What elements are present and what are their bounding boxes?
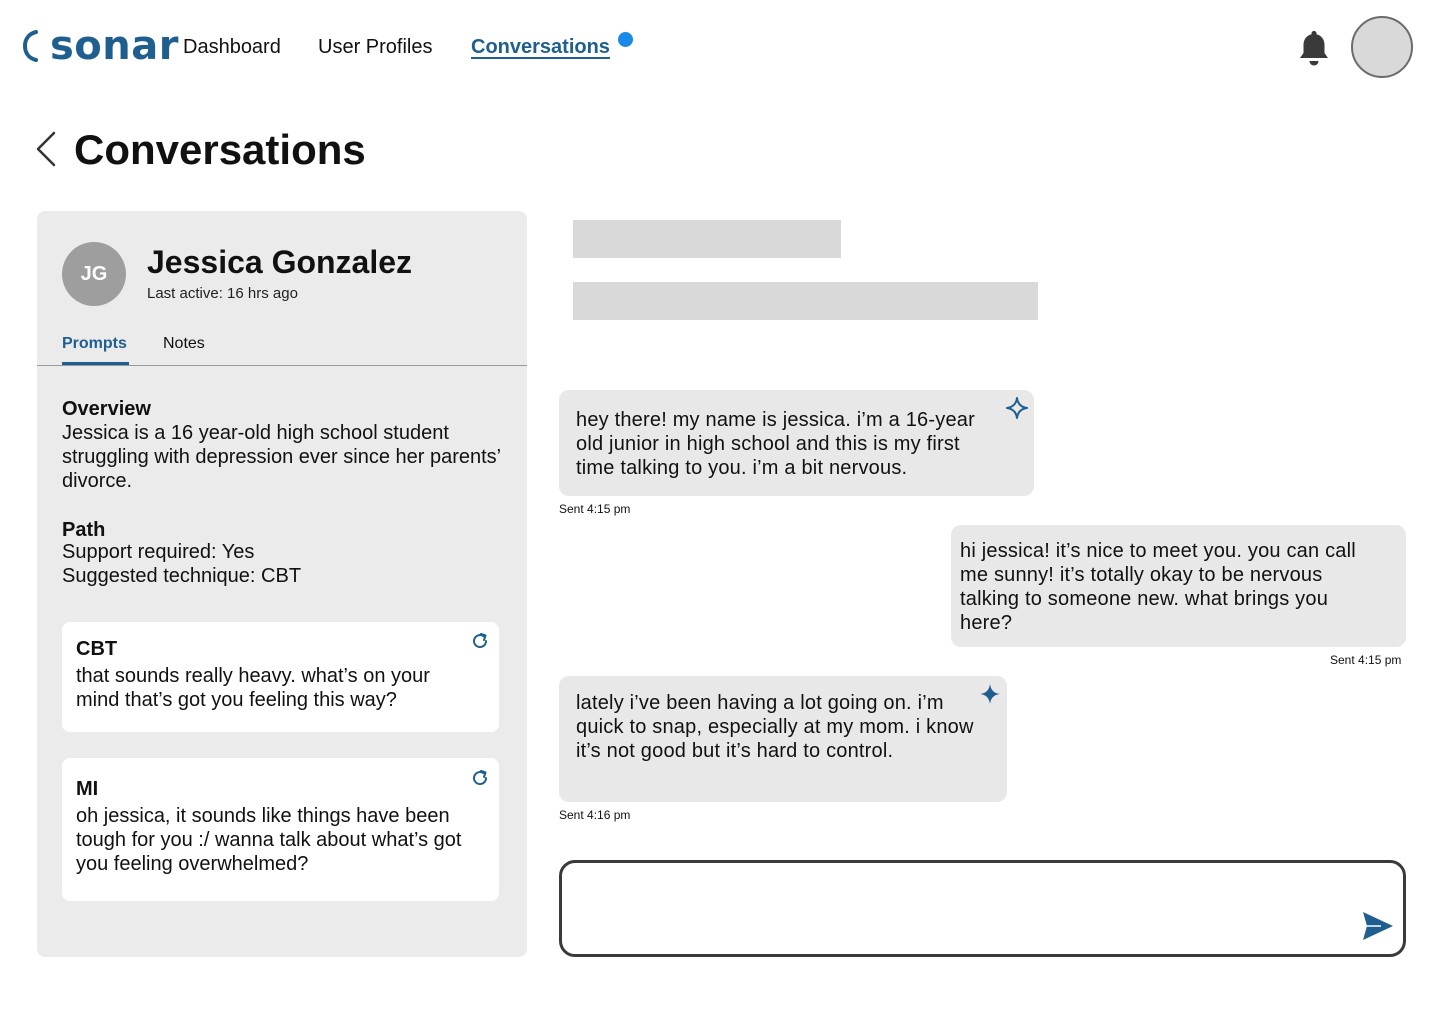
prompt-technique: MI [76,778,99,800]
prompt-text: that sounds really heavy. what’s on your… [76,665,430,711]
tab-notes[interactable]: Notes [163,334,205,354]
sonar-logo[interactable]: sonar [22,26,179,66]
message-bubble-received: hey there! my name is jessica. i’m a 16-… [559,390,1034,496]
refresh-icon[interactable] [470,631,490,651]
refresh-icon[interactable] [470,768,490,788]
path-technique: Suggested technique: CBT [62,565,302,587]
user-avatar[interactable] [1351,16,1413,78]
sparkle-filled-icon[interactable] [978,682,1002,706]
back-chevron-icon[interactable] [34,131,58,167]
message-bubble-sent: hi jessica! it’s nice to meet you. you c… [951,525,1406,647]
message-timestamp: Sent 4:15 pm [1330,653,1402,667]
nav-user-profiles[interactable]: User Profiles [318,34,432,60]
tab-divider [37,365,527,366]
top-navigation: sonar Dashboard User Profiles Conversati… [0,0,1440,96]
tab-prompts[interactable]: Prompts [62,334,127,354]
message-bubble-received: lately i’ve been having a lot going on. … [559,676,1007,802]
message-timestamp: Sent 4:15 pm [559,502,631,516]
profile-avatar: JG [62,242,126,306]
notification-dot [618,32,633,47]
sparkle-outline-icon[interactable] [1005,396,1029,420]
sonar-logo-mark [22,30,38,62]
path-heading: Path [62,519,106,541]
message-text: hi jessica! it’s nice to meet you. you c… [960,540,1356,634]
page-title: Conversations [74,126,366,173]
prompt-card[interactable]: MI oh jessica, it sounds like things hav… [62,758,499,901]
send-icon[interactable] [1361,909,1395,943]
overview-text: Jessica is a 16 year-old high school stu… [62,422,501,492]
prompt-technique: CBT [76,638,118,660]
nav-dashboard[interactable]: Dashboard [183,34,281,60]
profile-panel: JG Jessica Gonzalez Last active: 16 hrs … [37,211,527,957]
sonar-logo-text: sonar [50,23,179,69]
prompt-card[interactable]: CBT that sounds really heavy. what’s on … [62,622,499,732]
prompt-text: oh jessica, it sounds like things have b… [76,805,462,875]
message-composer [559,860,1406,957]
overview-heading: Overview [62,398,151,420]
profile-name: Jessica Gonzalez [147,244,413,280]
loading-placeholder [573,282,1038,320]
message-text: lately i’ve been having a lot going on. … [576,692,974,762]
message-timestamp: Sent 4:16 pm [559,808,631,822]
last-active: Last active: 16 hrs ago [147,285,298,302]
bell-icon[interactable] [1296,28,1332,68]
loading-placeholder [573,220,841,258]
nav-conversations[interactable]: Conversations [471,34,610,60]
message-text: hey there! my name is jessica. i’m a 16-… [576,409,975,479]
path-support: Support required: Yes [62,541,255,563]
message-input[interactable] [578,875,1338,943]
